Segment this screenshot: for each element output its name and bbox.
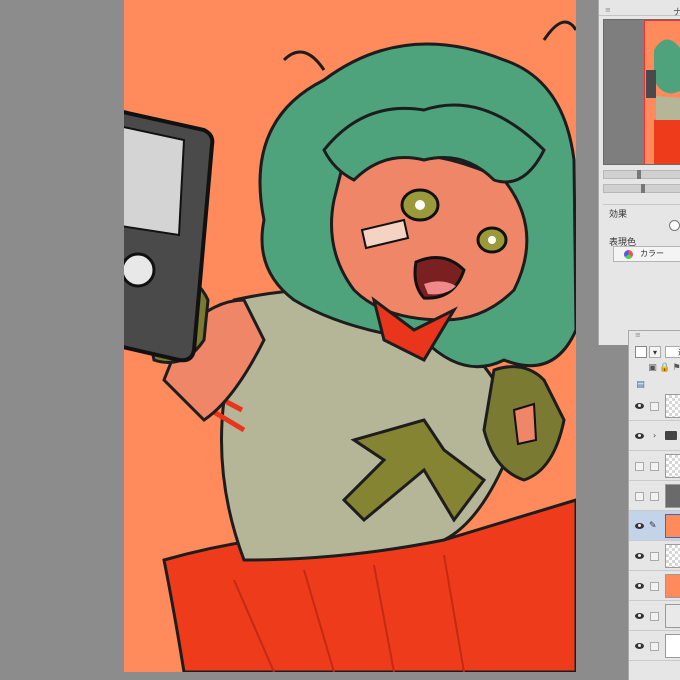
layer-thumbnail: [665, 514, 680, 538]
layer-lock-checkbox[interactable]: [650, 462, 659, 471]
layer-thumbnail: [665, 394, 680, 418]
effect-label: 効果: [609, 210, 628, 220]
navigator-title: ナ: [673, 8, 680, 18]
chevron-down-icon[interactable]: ▾: [649, 346, 661, 358]
panel-grip[interactable]: ≡ ナ: [599, 4, 680, 18]
grip-icon: ≡: [605, 6, 611, 14]
layer-row-folder[interactable]: ›: [629, 421, 680, 451]
eye-icon[interactable]: [635, 643, 644, 649]
navigator-panel: ≡ ナ 効果 表現色 カラー: [598, 0, 680, 345]
grip-icon: ≡: [635, 331, 641, 339]
effect-row: 効果: [603, 204, 680, 232]
rotate-slider[interactable]: [603, 184, 680, 193]
layer-row[interactable]: [629, 451, 680, 481]
zoom-slider-knob[interactable]: [637, 170, 641, 179]
layer-tool-row-2: ▤: [633, 379, 680, 391]
layer-lock-checkbox[interactable]: [650, 552, 659, 561]
layer-row[interactable]: [629, 391, 680, 421]
eye-icon[interactable]: [635, 613, 644, 619]
layer-row[interactable]: [629, 481, 680, 511]
artwork-illustration: [124, 0, 576, 672]
layer-thumbnail: [665, 574, 680, 598]
panel-grip[interactable]: ≡: [629, 331, 680, 341]
layer-settings-icon[interactable]: ▤: [635, 379, 646, 391]
layer-thumbnail: [665, 454, 680, 478]
layer-row-selected[interactable]: ✎: [629, 511, 680, 541]
rotate-slider-knob[interactable]: [641, 184, 645, 193]
layer-row[interactable]: [629, 601, 680, 631]
lock-icon[interactable]: 🔒: [659, 362, 670, 374]
reference-icon[interactable]: ⚑: [671, 362, 680, 374]
expression-color-dropdown[interactable]: カラー: [613, 246, 680, 262]
layer-lock-checkbox[interactable]: [650, 492, 659, 501]
navigator-sliders: [603, 168, 680, 198]
layer-lock-checkbox[interactable]: [650, 642, 659, 651]
blend-row: ▾ 通: [633, 345, 680, 359]
navigator-preview[interactable]: [603, 19, 680, 165]
layer-visibility-checkbox[interactable]: [635, 492, 644, 501]
workspace-bottom-margin: [0, 672, 598, 680]
layer-thumbnail: [665, 634, 680, 658]
layer-lock-checkbox[interactable]: [650, 612, 659, 621]
eye-icon[interactable]: [635, 553, 644, 559]
layer-panel: ≡ ▾ 通 ▣ 🔒 ⚑ ▤ ›: [628, 330, 680, 680]
layer-visibility-checkbox[interactable]: [635, 462, 644, 471]
pencil-icon: ✎: [649, 521, 657, 531]
layer-thumbnail: [665, 604, 680, 628]
eye-icon[interactable]: [635, 433, 644, 439]
layer-tool-row: ▣ 🔒 ⚑: [633, 362, 680, 376]
layer-thumbnail: [665, 544, 680, 568]
color-wheel-icon: [624, 250, 633, 259]
zoom-slider[interactable]: [603, 170, 680, 179]
layer-row[interactable]: [629, 631, 680, 661]
layer-row[interactable]: [629, 541, 680, 571]
layer-row[interactable]: [629, 571, 680, 601]
folder-icon: [665, 431, 677, 440]
workspace: ≡ ナ 効果 表現色 カラー ≡ ▾ ▣ 🔒 ⚑ ▤ › ✎: [0, 0, 680, 680]
effect-toggle[interactable]: [669, 220, 680, 231]
eye-icon[interactable]: [635, 523, 644, 529]
eye-icon[interactable]: [635, 403, 644, 409]
chevron-right-icon[interactable]: ›: [653, 431, 656, 440]
layer-lock-checkbox[interactable]: [650, 582, 659, 591]
layer-thumbnail: [665, 484, 680, 508]
clip-icon[interactable]: ▣: [647, 362, 658, 374]
blend-mode-dropdown[interactable]: 通: [665, 346, 680, 358]
drawing-canvas[interactable]: [124, 0, 576, 672]
navigator-view-frame[interactable]: [644, 20, 680, 164]
expression-color-value: カラー: [640, 249, 664, 258]
layer-lock-checkbox[interactable]: [650, 402, 659, 411]
eye-icon[interactable]: [635, 583, 644, 589]
layer-color-swatch[interactable]: [635, 346, 647, 358]
